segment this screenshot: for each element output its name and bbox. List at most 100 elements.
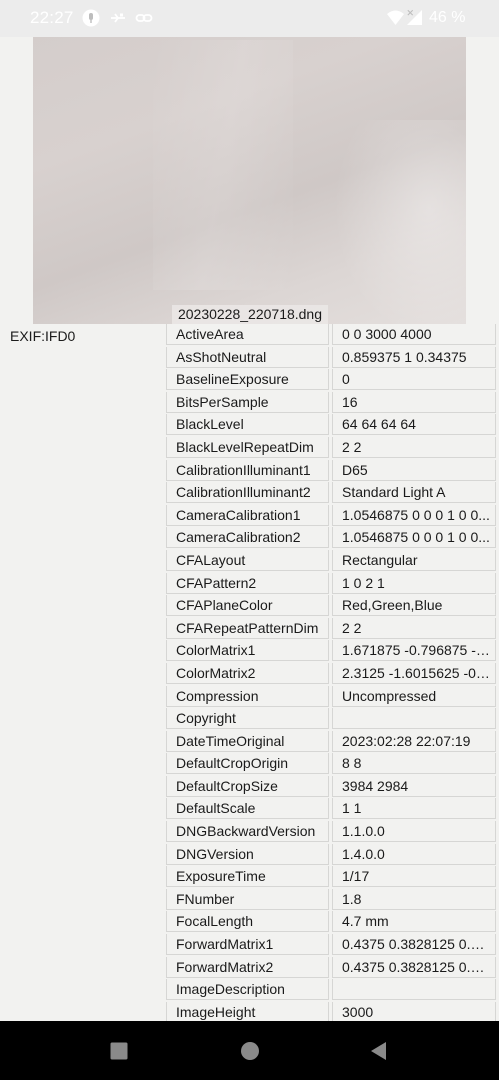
exif-tag-name: CFAPattern2 — [166, 572, 329, 594]
exif-tag-name: CameraCalibration2 — [166, 527, 329, 549]
exif-row[interactable]: CFAPattern2 1 0 2 1 — [166, 572, 496, 596]
exif-tag-name: DateTimeOriginal — [166, 730, 329, 752]
exif-row[interactable]: DateTimeOriginal 2023:02:28 22:07:19 — [166, 730, 496, 754]
exif-row[interactable]: ImageDescription — [166, 979, 496, 1002]
exif-row[interactable]: Copyright — [166, 708, 496, 731]
exif-row[interactable]: ActiveArea 0 0 3000 4000 — [166, 324, 496, 347]
circle-icon — [241, 1042, 259, 1060]
exif-tag-value: 1.1.0.0 — [332, 821, 496, 843]
exif-tag-name: ImageDescription — [166, 979, 329, 1001]
exif-tag-value: 64 64 64 64 — [332, 414, 496, 436]
exif-tag-value: 1.8 — [332, 888, 496, 910]
back-triangle-icon — [371, 1042, 386, 1060]
exif-table: ActiveArea 0 0 3000 4000 AsShotNeutral 0.85… — [166, 324, 496, 1024]
exif-tag-name: ActiveArea — [166, 324, 329, 345]
exif-tag-value — [332, 979, 496, 1001]
exif-tag-name: BaselineExposure — [166, 369, 329, 391]
exif-tag-value: 2023:02:28 22:07:19 — [332, 730, 496, 752]
exif-tag-value — [332, 708, 496, 730]
back-button[interactable] — [367, 1039, 391, 1063]
exif-tag-value: 0 — [332, 369, 496, 391]
exif-tag-name: CFAPlaneColor — [166, 595, 329, 617]
wifi-icon — [387, 10, 404, 25]
exif-row[interactable]: ColorMatrix2 2.3125 -1.6015625 -0.4... — [166, 662, 496, 686]
exif-tag-name: CalibrationIlluminant1 — [166, 459, 329, 481]
exif-row[interactable]: FNumber 1.8 — [166, 888, 496, 912]
status-bar: 22:27 46 % — [0, 0, 499, 37]
exif-tag-value: Standard Light A — [332, 482, 496, 504]
preview-texture — [153, 40, 293, 290]
exif-tag-value: 1 1 — [332, 798, 496, 820]
exif-tag-value: 2 2 — [332, 617, 496, 639]
exif-row[interactable]: CalibrationIlluminant1 D65 — [166, 459, 496, 483]
exif-row[interactable]: CFAPlaneColor Red,Green,Blue — [166, 595, 496, 618]
exif-row[interactable]: CameraCalibration1 1.0546875 0 0 0 1 0 0.… — [166, 504, 496, 528]
exif-tag-name: BlackLevel — [166, 414, 329, 436]
exif-tag-name: BitsPerSample — [166, 391, 329, 413]
exif-tag-value: 2.3125 -1.6015625 -0.4... — [332, 662, 496, 684]
exif-tag-name: ForwardMatrix1 — [166, 934, 329, 956]
exif-tag-value: 4.7 mm — [332, 911, 496, 933]
exif-tag-value: 1.0546875 0 0 0 1 0 0... — [332, 527, 496, 549]
exif-tag-name: Compression — [166, 685, 329, 707]
exif-row[interactable]: BlackLevelRepeatDim 2 2 — [166, 436, 496, 460]
exif-tag-name: DNGBackwardVersion — [166, 821, 329, 843]
exif-row[interactable]: CameraCalibration2 1.0546875 0 0 0 1 0 0.… — [166, 527, 496, 550]
exif-tag-value: 8 8 — [332, 753, 496, 775]
exif-tag-value: D65 — [332, 459, 496, 481]
exif-tag-name: DNGVersion — [166, 843, 329, 865]
exif-tag-value: 3000 — [332, 1001, 496, 1023]
recents-button[interactable] — [107, 1039, 131, 1063]
exif-row[interactable]: DNGVersion 1.4.0.0 — [166, 843, 496, 867]
exif-tag-value: 1 0 2 1 — [332, 572, 496, 594]
navigation-bar — [0, 1021, 499, 1080]
exif-tag-name: ExposureTime — [166, 866, 329, 888]
exif-tag-name: DefaultCropOrigin — [166, 753, 329, 775]
exif-tag-value: 1.671875 -0.796875 -0.... — [332, 640, 496, 662]
exif-tag-name: AsShotNeutral — [166, 346, 329, 368]
exif-row[interactable]: ExposureTime 1/17 — [166, 866, 496, 889]
exif-tag-value: 1.4.0.0 — [332, 843, 496, 865]
exif-tag-value: 1/17 — [332, 866, 496, 888]
exif-tag-name: Copyright — [166, 708, 329, 730]
exif-row[interactable]: ForwardMatrix1 0.4375 0.3828125 0.14... — [166, 934, 496, 957]
exif-row[interactable]: DefaultCropOrigin 8 8 — [166, 753, 496, 776]
exif-tag-value: 3984 2984 — [332, 775, 496, 797]
exif-tag-name: DefaultScale — [166, 798, 329, 820]
signal-icon — [407, 9, 422, 25]
exif-tag-value: 0.4375 0.3828125 0.14... — [332, 934, 496, 956]
exif-tag-value: 1.0546875 0 0 0 1 0 0... — [332, 504, 496, 526]
exif-row[interactable]: DefaultCropSize 3984 2984 — [166, 775, 496, 799]
exif-row[interactable]: BitsPerSample 16 — [166, 391, 496, 415]
exif-tag-value: Rectangular — [332, 549, 496, 571]
exif-row[interactable]: ColorMatrix1 1.671875 -0.796875 -0.... — [166, 640, 496, 663]
link-icon — [135, 14, 153, 22]
image-filename: 20230228_220718.dng — [172, 305, 328, 324]
exif-tag-name: CFALayout — [166, 549, 329, 571]
exif-row[interactable]: CFALayout Rectangular — [166, 549, 496, 573]
exif-tag-name: ForwardMatrix2 — [166, 956, 329, 978]
home-button[interactable] — [238, 1039, 262, 1063]
exif-tag-value: Red,Green,Blue — [332, 595, 496, 617]
exif-tag-value: 2 2 — [332, 436, 496, 458]
exif-row[interactable]: DefaultScale 1 1 — [166, 798, 496, 821]
exif-tag-value: 16 — [332, 391, 496, 413]
exif-row[interactable]: BaselineExposure 0 — [166, 369, 496, 392]
exif-row[interactable]: CFARepeatPatternDim 2 2 — [166, 617, 496, 641]
exif-tag-name: ColorMatrix2 — [166, 662, 329, 684]
mic-icon — [82, 9, 100, 27]
exif-row[interactable]: Compression Uncompressed — [166, 685, 496, 709]
exif-row[interactable]: AsShotNeutral 0.859375 1 0.34375 — [166, 346, 496, 370]
exif-tag-name: BlackLevelRepeatDim — [166, 436, 329, 458]
exif-tag-name: ColorMatrix1 — [166, 640, 329, 662]
exif-row[interactable]: CalibrationIlluminant2 Standard Light A — [166, 482, 496, 505]
usb-debug-icon — [111, 13, 125, 23]
preview-highlight — [333, 120, 466, 324]
exif-row[interactable]: DNGBackwardVersion 1.1.0.0 — [166, 821, 496, 844]
status-time: 22:27 — [30, 8, 74, 27]
image-preview[interactable] — [33, 0, 466, 324]
exif-tag-name: CFARepeatPatternDim — [166, 617, 329, 639]
exif-row[interactable]: BlackLevel 64 64 64 64 — [166, 414, 496, 437]
exif-row[interactable]: FocalLength 4.7 mm — [166, 911, 496, 934]
exif-row[interactable]: ForwardMatrix2 0.4375 0.3828125 0.14... — [166, 956, 496, 980]
